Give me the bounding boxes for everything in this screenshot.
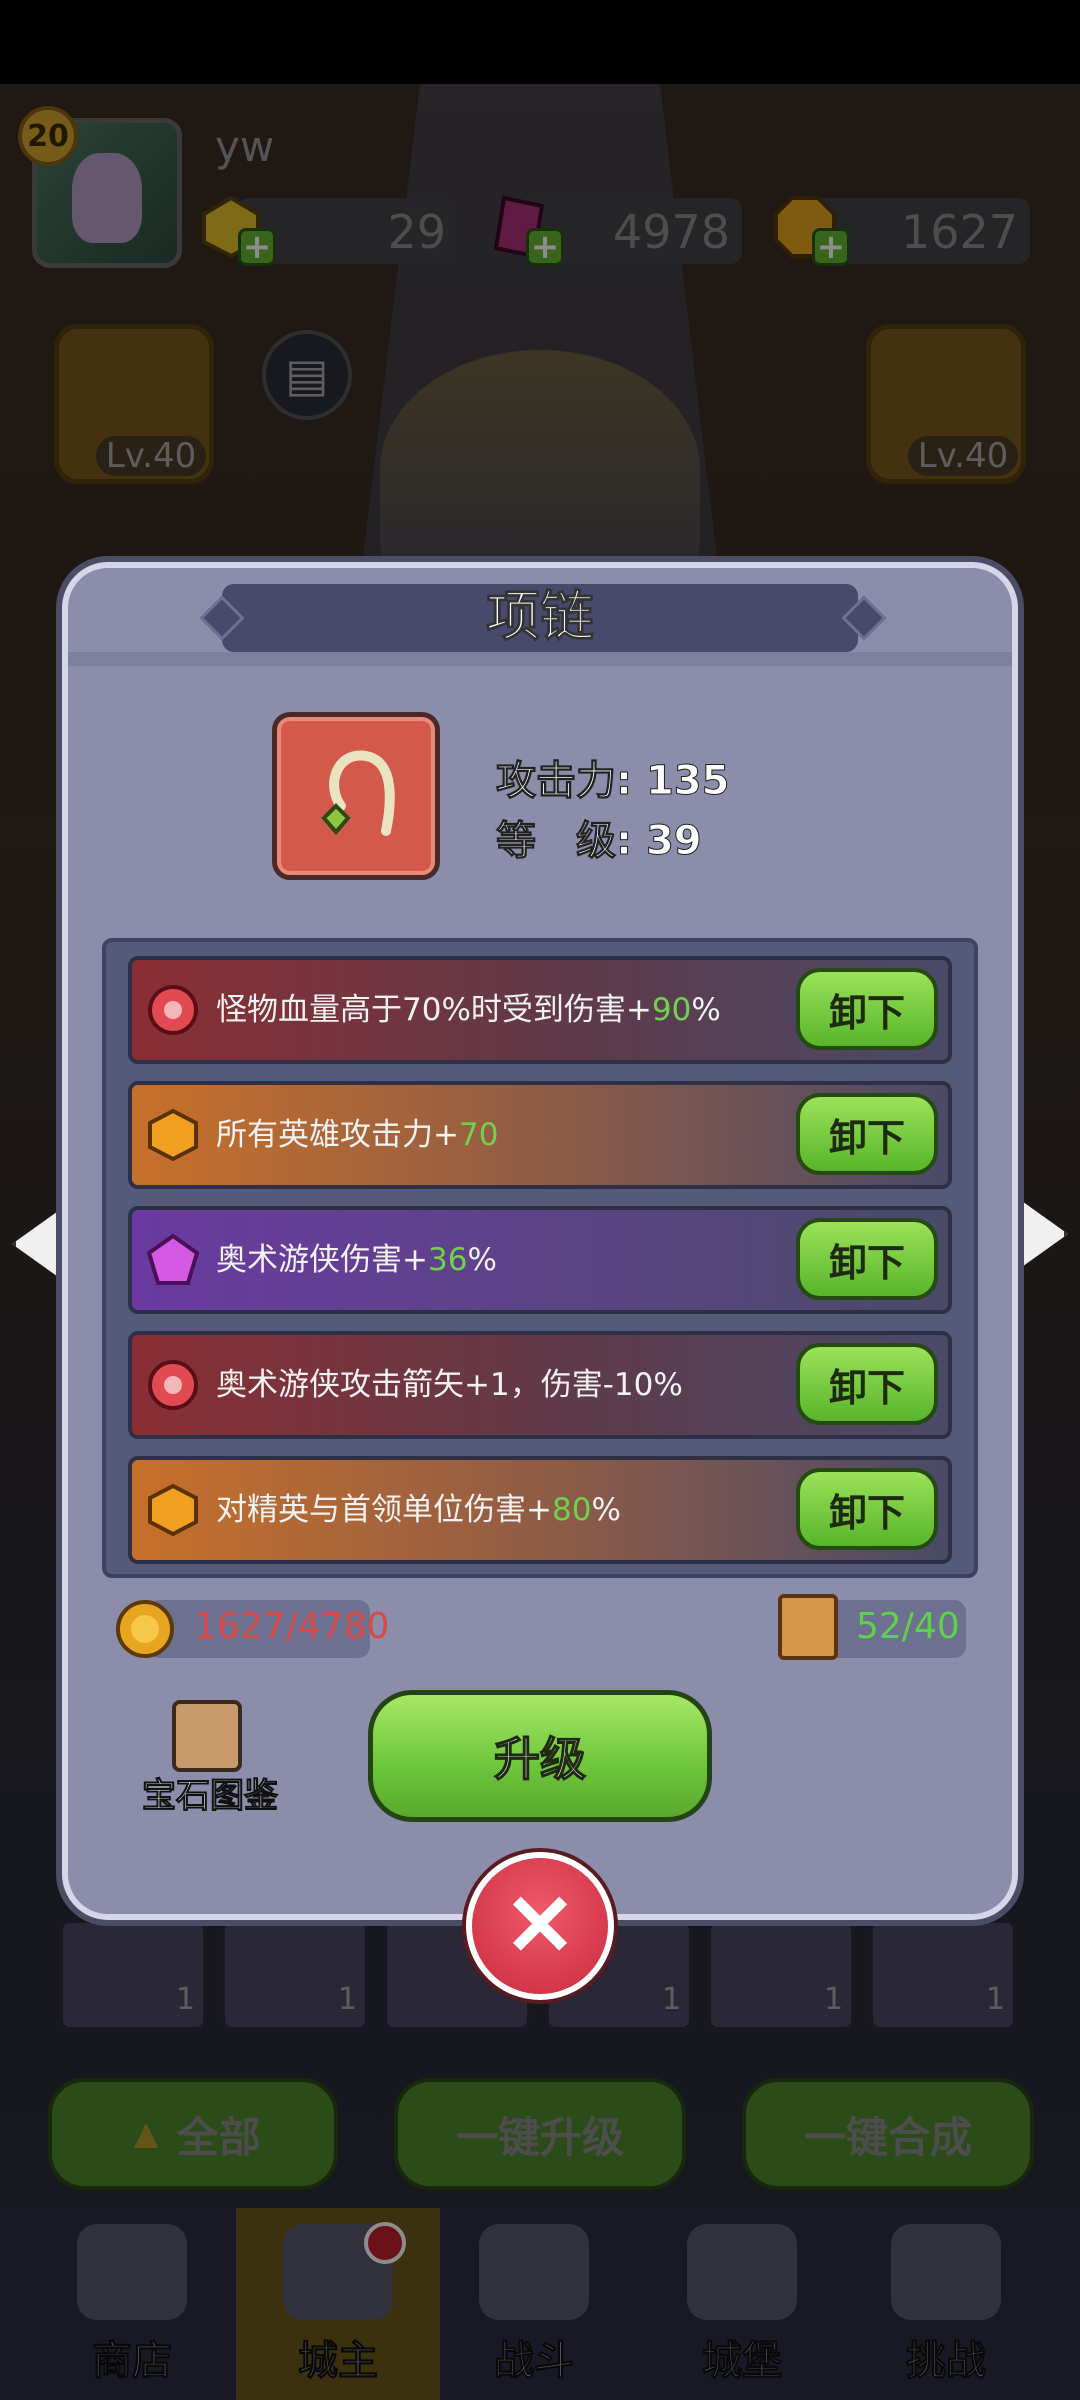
unload-gem-button[interactable]: 卸下 (796, 1093, 938, 1175)
gold-coin-icon (116, 1600, 174, 1658)
unload-gem-button[interactable]: 卸下 (796, 1343, 938, 1425)
book-icon[interactable] (172, 1700, 242, 1772)
gem-codex-label[interactable]: 宝石图鉴 (130, 1768, 290, 1817)
gem-effect-text: 奥术游侠攻击箭矢+1，伤害-10% (216, 1367, 683, 1403)
status-bar (0, 0, 1080, 84)
dialog-title: 项链 (486, 585, 595, 649)
purple-gem-icon (146, 1233, 200, 1285)
necklace-icon (321, 750, 395, 836)
unload-gem-button[interactable]: 卸下 (796, 968, 938, 1050)
level-value: 39 (645, 818, 702, 865)
orange-gem-icon (148, 1108, 198, 1162)
level-label: 等 级: (496, 818, 633, 865)
scroll-icon (778, 1594, 838, 1660)
close-x-icon: ✕ (503, 1878, 577, 1974)
unload-gem-button[interactable]: 卸下 (796, 1218, 938, 1300)
gem-effect-text: 怪物血量高于70%时受到伤害+90% (216, 992, 721, 1028)
gem-effect-text: 对精英与首领单位伤害+80% (216, 1492, 621, 1528)
red-gem-icon (148, 1360, 198, 1410)
upgrade-button[interactable]: 升级 (368, 1690, 712, 1822)
attack-value: 135 (645, 758, 730, 805)
red-gem-icon (148, 985, 198, 1035)
attack-stat: 攻击力: 135 (496, 748, 730, 806)
dialog-header-band (68, 652, 1012, 666)
gem-effect-text: 所有英雄攻击力+70 (216, 1117, 499, 1153)
equipment-item-slot (272, 712, 440, 880)
scroll-cost-value: 52/40 (856, 1606, 960, 1647)
gold-cost-value: 1627/4780 (194, 1606, 390, 1647)
gem-effect-text: 奥术游侠伤害+36% (216, 1242, 497, 1278)
unload-gem-button[interactable]: 卸下 (796, 1468, 938, 1550)
level-stat: 等 级: 39 (496, 808, 703, 866)
close-dialog-button[interactable]: ✕ (466, 1852, 614, 2000)
attack-label: 攻击力: (496, 758, 633, 805)
orange-gem-icon (148, 1483, 198, 1537)
